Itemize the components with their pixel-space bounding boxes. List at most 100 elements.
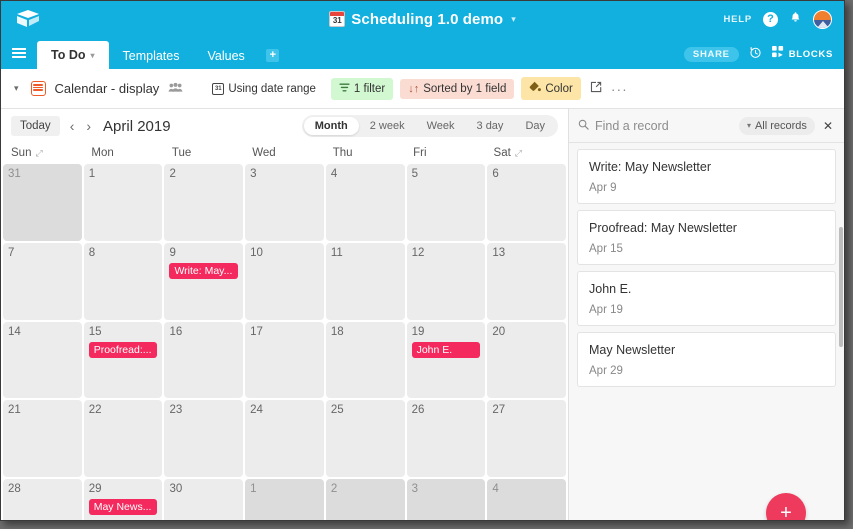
calendar-day-cell[interactable]: 4 (487, 479, 567, 520)
calendar-day-cell[interactable]: 3 (245, 164, 324, 241)
records-filter-dropdown[interactable]: ▾ All records (738, 116, 815, 135)
chevron-right-icon[interactable]: › (84, 118, 93, 134)
calendar-day-cell[interactable]: 25 (325, 400, 405, 478)
calendar-day-cell[interactable]: 30 (164, 479, 244, 520)
day-number: 23 (169, 404, 183, 417)
weekday-label: Wed (252, 147, 276, 159)
view-mode-day[interactable]: Day (514, 117, 556, 135)
calendar-day-cell[interactable]: 1 (245, 479, 324, 520)
chevron-down-icon[interactable]: ▾ (90, 51, 94, 60)
question-circle-icon[interactable]: ? (763, 11, 778, 27)
calendar-day-cell[interactable]: 1 (83, 164, 163, 241)
view-mode-2-week[interactable]: 2 week (359, 117, 416, 135)
tab-label: Values (207, 48, 245, 63)
calendar-event[interactable]: May News... (88, 499, 158, 516)
day-number: 6 (492, 168, 499, 180)
view-mode-month[interactable]: Month (303, 117, 359, 135)
share-view-icon[interactable] (588, 81, 604, 96)
chevron-left-icon[interactable]: ‹ (68, 118, 77, 134)
calendar-day-cell[interactable]: 12 (406, 242, 486, 320)
day-number: 31 (8, 168, 21, 180)
help-label[interactable]: HELP (723, 14, 752, 25)
view-name[interactable]: Calendar - display (55, 81, 160, 96)
blocks-button[interactable]: BLOCKS (771, 45, 833, 63)
day-number: 25 (330, 404, 344, 417)
calendar-day-cell[interactable]: 9 Write: May... (164, 242, 244, 320)
resize-handle-icon[interactable]: ⤢ (515, 148, 522, 159)
resize-handle-icon[interactable]: ⤢ (35, 148, 42, 159)
more-options-icon[interactable]: ··· (611, 81, 628, 97)
sort-button[interactable]: ↓↑ Sorted by 1 field (400, 78, 515, 99)
calendar-event[interactable]: Proofread:... (88, 341, 158, 358)
share-button[interactable]: SHARE (683, 46, 739, 62)
search-input[interactable]: Find a record (595, 119, 733, 133)
calendar-day-cell[interactable]: 24 (245, 400, 324, 478)
calendar-day-cell[interactable]: 13 (487, 242, 567, 320)
calendar-day-cell[interactable]: 14 (3, 321, 82, 399)
chevron-down-icon[interactable]: ▾ (511, 14, 516, 25)
calendar-event[interactable]: Write: May... (169, 262, 239, 279)
add-record-button[interactable]: + (766, 493, 806, 520)
calendar-day-cell[interactable]: 4 (325, 164, 405, 241)
calendar-day-cell[interactable]: 20 (487, 321, 567, 399)
day-number: 1 (250, 483, 257, 496)
bell-icon[interactable] (789, 11, 802, 27)
calendar-day-cell[interactable]: 15 Proofread:... (83, 321, 163, 399)
tab-label: Templates (122, 48, 180, 63)
calendar-day-cell[interactable]: 28 (3, 479, 82, 520)
day-number: 5 (411, 168, 418, 180)
user-avatar[interactable] (813, 9, 832, 29)
hamburger-menu-icon[interactable] (1, 37, 37, 69)
view-toolbar: ▾ Calendar - display 31 Using date range (1, 69, 844, 109)
calendar-day-cell[interactable]: 27 (487, 400, 567, 478)
day-number: 27 (492, 404, 506, 417)
view-mode-week[interactable]: Week (416, 117, 466, 135)
weekday-mon: Mon (83, 143, 163, 164)
collapse-sidebar-icon[interactable]: ▾ (11, 83, 22, 94)
day-number: 2 (169, 168, 176, 180)
calendar-day-cell[interactable]: 2 (325, 479, 405, 520)
calendar-day-cell[interactable]: 18 (325, 321, 405, 399)
sort-icon: ↓↑ (408, 82, 420, 95)
records-scrollbar[interactable] (839, 227, 843, 347)
tab-to-do[interactable]: To Do ▾ (37, 41, 109, 69)
weekday-sun: Sun ⤢ (3, 143, 83, 164)
filter-button[interactable]: 1 filter (330, 77, 394, 100)
calendar-day-cell[interactable]: 26 (406, 400, 486, 478)
calendar-day-cell[interactable]: 19 John E. (406, 321, 486, 399)
calendar-day-cell[interactable]: 16 (164, 321, 244, 399)
calendar-day-cell[interactable]: 17 (245, 321, 324, 399)
calendar-day-cell[interactable]: 7 (3, 242, 82, 320)
calendar-day-cell[interactable]: 8 (83, 242, 163, 320)
airtable-logo-icon[interactable] (1, 9, 55, 29)
collaborators-icon[interactable] (168, 82, 187, 96)
date-range-button[interactable]: 31 Using date range (210, 79, 324, 99)
base-title-button[interactable]: 31 Scheduling 1.0 demo ▾ (329, 11, 516, 28)
calendar-day-cell[interactable]: 3 (406, 479, 486, 520)
record-card[interactable]: Write: May Newsletter Apr 9 (577, 149, 836, 204)
tab-values[interactable]: Values (193, 42, 258, 69)
color-paint-icon (529, 81, 542, 96)
record-card[interactable]: John E. Apr 19 (577, 271, 836, 326)
close-icon[interactable]: ✕ (821, 119, 835, 133)
calendar-day-cell[interactable]: 31 (3, 164, 82, 241)
calendar-day-cell[interactable]: 23 (164, 400, 244, 478)
calendar-day-cell[interactable]: 6 (487, 164, 567, 241)
calendar-day-cell[interactable]: 11 (325, 242, 405, 320)
calendar-event[interactable]: John E. (411, 341, 481, 358)
view-mode-3-day[interactable]: 3 day (466, 117, 515, 135)
tab-templates[interactable]: Templates (109, 42, 194, 69)
calendar-day-cell[interactable]: 29 May News... (83, 479, 163, 520)
calendar-day-cell[interactable]: 21 (3, 400, 82, 478)
weekday-label: Mon (91, 147, 114, 159)
calendar-day-cell[interactable]: 5 (406, 164, 486, 241)
add-table-button[interactable]: + (259, 42, 287, 69)
calendar-day-cell[interactable]: 2 (164, 164, 244, 241)
record-card[interactable]: Proofread: May Newsletter Apr 15 (577, 210, 836, 265)
history-clock-icon[interactable] (749, 46, 762, 62)
calendar-day-cell[interactable]: 22 (83, 400, 163, 478)
record-card[interactable]: May Newsletter Apr 29 (577, 332, 836, 387)
today-button[interactable]: Today (11, 116, 60, 136)
calendar-day-cell[interactable]: 10 (245, 242, 324, 320)
color-button[interactable]: Color (521, 77, 581, 100)
